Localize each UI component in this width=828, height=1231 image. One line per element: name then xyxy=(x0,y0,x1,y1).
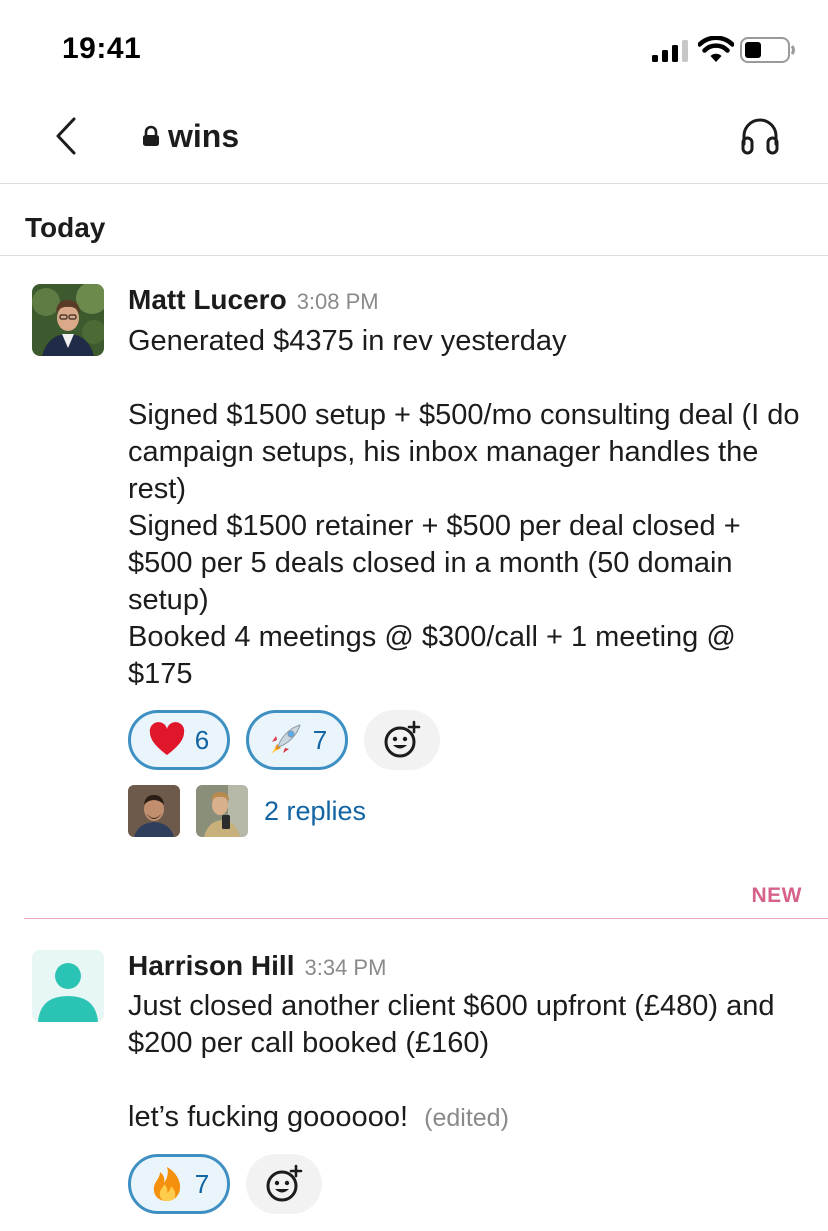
reaction-count: 7 xyxy=(312,724,328,755)
add-reaction-button[interactable] xyxy=(246,1154,322,1214)
author-name[interactable]: Harrison Hill xyxy=(128,950,294,982)
user-photo xyxy=(196,785,248,837)
message: Harrison Hill 3:34 PM Just closed anothe… xyxy=(0,920,828,1231)
battery-icon xyxy=(740,37,795,63)
edited-label: (edited) xyxy=(424,1104,509,1132)
default-user-icon xyxy=(32,950,104,1022)
reply-avatar xyxy=(128,785,180,837)
reactions-row: 6 7 xyxy=(128,710,440,770)
message-body: Just closed another client $600 upfront … xyxy=(128,988,808,1137)
huddle-button[interactable] xyxy=(738,114,782,158)
message-header: Harrison Hill 3:34 PM xyxy=(128,950,386,982)
add-emoji-icon xyxy=(266,1164,303,1202)
message-header: Matt Lucero 3:08 PM xyxy=(128,284,379,316)
user-photo xyxy=(128,785,180,837)
day-divider: Today xyxy=(0,184,828,256)
status-bar: 19:41 xyxy=(0,0,828,100)
new-messages-label: NEW xyxy=(751,884,802,907)
headphones-icon xyxy=(741,118,779,155)
add-reaction-button[interactable] xyxy=(364,710,440,770)
author-name[interactable]: Matt Lucero xyxy=(128,284,287,316)
reaction-count: 7 xyxy=(194,1168,210,1199)
reactions-row: 7 xyxy=(128,1154,322,1214)
wifi-icon xyxy=(698,36,734,62)
status-time: 19:41 xyxy=(62,32,142,65)
timestamp: 3:08 PM xyxy=(296,289,379,314)
fire-emoji-icon xyxy=(153,1167,180,1201)
reaction-count: 6 xyxy=(194,724,210,755)
new-messages-divider xyxy=(24,918,828,919)
add-emoji-icon xyxy=(384,720,421,758)
back-button[interactable] xyxy=(44,112,88,160)
heart-emoji-icon xyxy=(149,722,184,755)
chevron-left-icon xyxy=(56,117,76,155)
thread-replies[interactable]: 2 replies xyxy=(128,785,366,837)
replies-link[interactable]: 2 replies xyxy=(264,796,366,827)
rocket-emoji-icon xyxy=(270,724,301,754)
avatar[interactable] xyxy=(32,284,104,356)
message: Matt Lucero 3:08 PM Generated $4375 in r… xyxy=(0,256,828,856)
day-label: Today xyxy=(25,212,106,243)
reply-avatar xyxy=(196,785,248,837)
reaction-fire[interactable]: 7 xyxy=(128,1154,230,1214)
message-body: Generated $4375 in rev yesterday Signed … xyxy=(128,325,800,690)
reaction-heart[interactable]: 6 xyxy=(128,710,230,770)
channel-header: wins xyxy=(0,100,828,184)
timestamp: 3:34 PM xyxy=(304,955,387,980)
user-photo xyxy=(32,284,104,356)
reaction-rocket[interactable]: 7 xyxy=(246,710,348,770)
lock-icon xyxy=(143,125,159,146)
cellular-signal-icon xyxy=(652,40,688,62)
avatar[interactable] xyxy=(32,950,104,1022)
channel-name: wins xyxy=(168,117,240,154)
channel-title[interactable]: wins xyxy=(142,114,239,158)
